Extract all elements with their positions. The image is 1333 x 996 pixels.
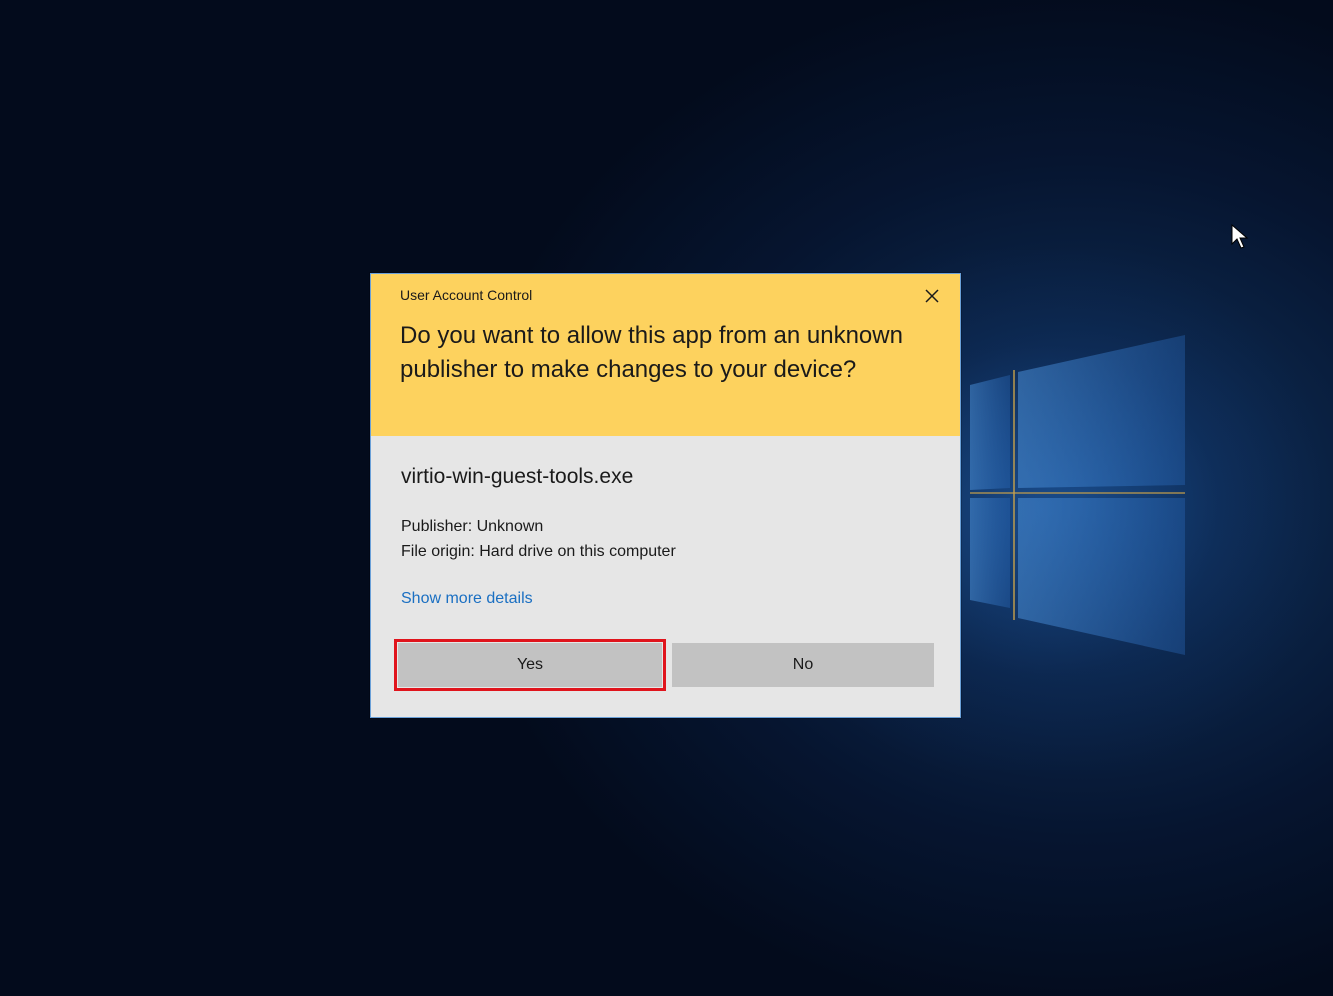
uac-question: Do you want to allow this app from an un… bbox=[400, 322, 903, 383]
yes-button[interactable]: Yes bbox=[394, 639, 666, 691]
mouse-pointer-icon bbox=[1231, 224, 1249, 249]
show-more-details-link[interactable]: Show more details bbox=[401, 589, 533, 609]
uac-dialog: User Account Control Do you want to allo… bbox=[370, 273, 961, 718]
dialog-header: User Account Control Do you want to allo… bbox=[371, 274, 960, 436]
no-button[interactable]: No bbox=[672, 643, 934, 687]
windows-logo-icon bbox=[970, 335, 1185, 655]
dialog-buttons: Yes No bbox=[394, 639, 934, 691]
file-origin-text: File origin: Hard drive on this computer bbox=[401, 543, 676, 560]
desktop-background: User Account Control Do you want to allo… bbox=[0, 0, 1333, 996]
dialog-body: virtio-win-guest-tools.exe Publisher: Un… bbox=[371, 436, 960, 609]
app-name: virtio-win-guest-tools.exe bbox=[401, 465, 634, 488]
publisher-text: Publisher: Unknown bbox=[401, 518, 544, 535]
close-icon bbox=[925, 289, 939, 303]
app-details: Publisher: Unknown File origin: Hard dri… bbox=[401, 514, 930, 564]
close-button[interactable] bbox=[920, 284, 944, 308]
dialog-title: User Account Control bbox=[400, 287, 533, 303]
